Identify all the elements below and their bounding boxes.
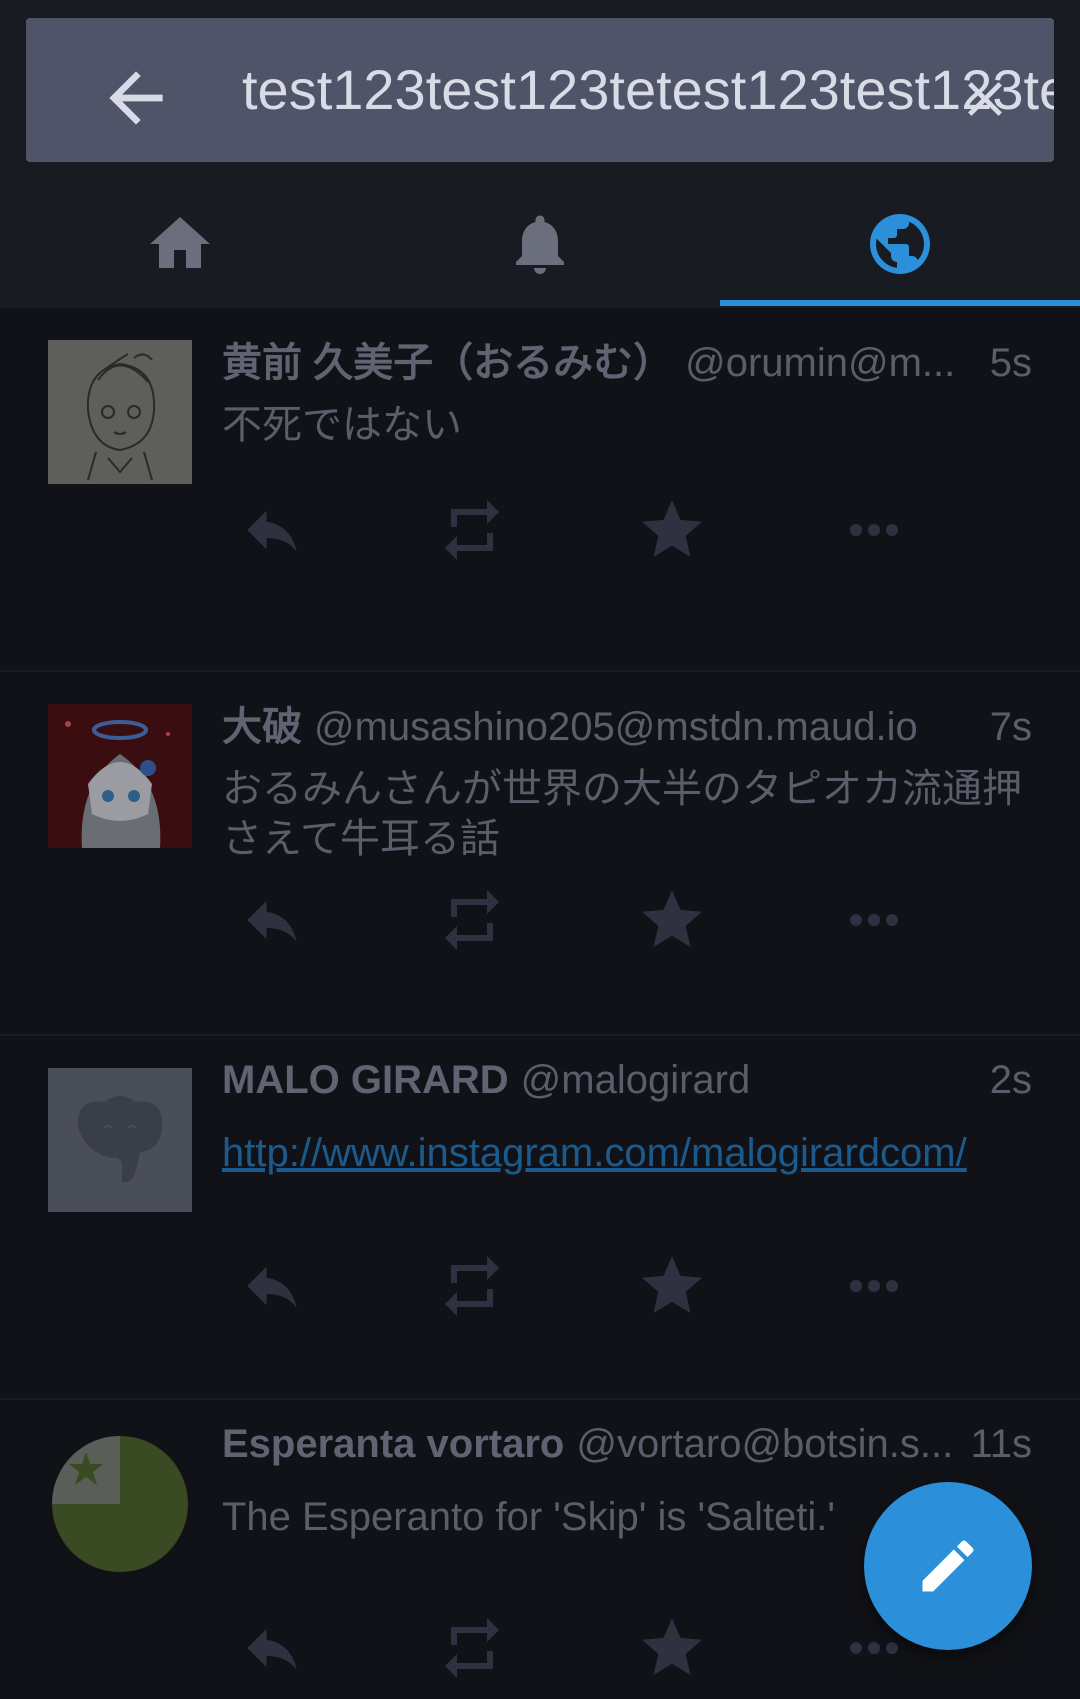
status-header: MALO GIRARD @malogirard 2s [222, 1058, 1032, 1118]
favourite-icon[interactable] [632, 490, 712, 570]
display-name[interactable]: Esperanta vortaro [222, 1422, 564, 1467]
boost-icon[interactable] [432, 880, 512, 960]
favourite-icon[interactable] [632, 880, 712, 960]
reply-icon[interactable] [232, 490, 312, 570]
timestamp[interactable]: 5s [990, 341, 1032, 386]
favourite-icon[interactable] [632, 1246, 712, 1326]
timestamp[interactable]: 2s [990, 1058, 1032, 1103]
pencil-icon [922, 1540, 974, 1592]
account-handle[interactable]: @malogirard [521, 1058, 984, 1103]
avatar[interactable] [48, 340, 192, 484]
status-content: http://www.instagram.com/malogirardcom/ [222, 1128, 1032, 1178]
home-icon [150, 217, 210, 268]
more-icon[interactable] [834, 490, 914, 570]
more-icon[interactable] [834, 880, 914, 960]
account-handle[interactable]: @orumin@m... [685, 341, 984, 386]
favourite-icon[interactable] [632, 1608, 712, 1688]
tab-federated[interactable] [720, 180, 1080, 308]
display-name[interactable]: MALO GIRARD [222, 1058, 509, 1103]
status-actions [222, 490, 1032, 570]
status-header: Esperanta vortaro @vortaro@botsin.s... 1… [222, 1422, 1032, 1482]
status-item[interactable]: MALO GIRARD @malogirard 2s http://www.in… [0, 1036, 1080, 1400]
status-actions [222, 1246, 1032, 1326]
avatar[interactable] [48, 704, 192, 848]
timestamp[interactable]: 7s [990, 705, 1032, 750]
close-icon[interactable] [956, 70, 1014, 128]
more-icon[interactable] [834, 1246, 914, 1326]
status-content: おるみんさんが世界の大半のタピオカ流通押さえて牛耳る話 [222, 767, 1022, 861]
boost-icon[interactable] [432, 490, 512, 570]
status-header: 黄前 久美子（おるみむ） @orumin@m... 5s [222, 330, 1032, 390]
compose-button[interactable] [864, 1482, 1032, 1650]
status-link[interactable]: http://www.instagram.com/malogirardcom/ [222, 1131, 967, 1175]
boost-icon[interactable] [432, 1608, 512, 1688]
search-input[interactable]: test123test123tetest123test123test123 [242, 18, 1054, 162]
display-name[interactable]: 黄前 久美子（おるみむ） [222, 330, 673, 388]
timestamp[interactable]: 11s [970, 1422, 1032, 1467]
tab-home[interactable] [0, 180, 360, 308]
tab-notifications[interactable] [360, 180, 720, 308]
status-actions [222, 880, 1032, 960]
display-name[interactable]: 大破 [222, 694, 302, 752]
avatar[interactable] [52, 1436, 188, 1572]
status-item[interactable]: 大破 @musashino205@mstdn.maud.io 7s おるみんさん… [0, 672, 1080, 1036]
reply-icon[interactable] [232, 1246, 312, 1326]
avatar[interactable] [48, 1068, 192, 1212]
status-content: 不死ではない [222, 403, 462, 447]
status-item[interactable]: 黄前 久美子（おるみむ） @orumin@m... 5s 不死ではない [0, 308, 1080, 672]
active-tab-indicator [720, 300, 1080, 306]
boost-icon[interactable] [432, 1246, 512, 1326]
account-handle[interactable]: @vortaro@botsin.s... [576, 1422, 964, 1467]
bell-icon [516, 215, 564, 274]
back-arrow-icon[interactable] [96, 58, 176, 138]
search-bar[interactable]: test123test123tetest123test123test123 [26, 18, 1054, 162]
reply-icon[interactable] [232, 880, 312, 960]
account-handle[interactable]: @musashino205@mstdn.maud.io [314, 705, 984, 750]
globe-icon [870, 214, 930, 274]
timeline-tabs [0, 180, 1080, 308]
top-bar: test123test123tetest123test123test123 [0, 0, 1080, 308]
reply-icon[interactable] [232, 1608, 312, 1688]
status-header: 大破 @musashino205@mstdn.maud.io 7s [222, 694, 1032, 754]
